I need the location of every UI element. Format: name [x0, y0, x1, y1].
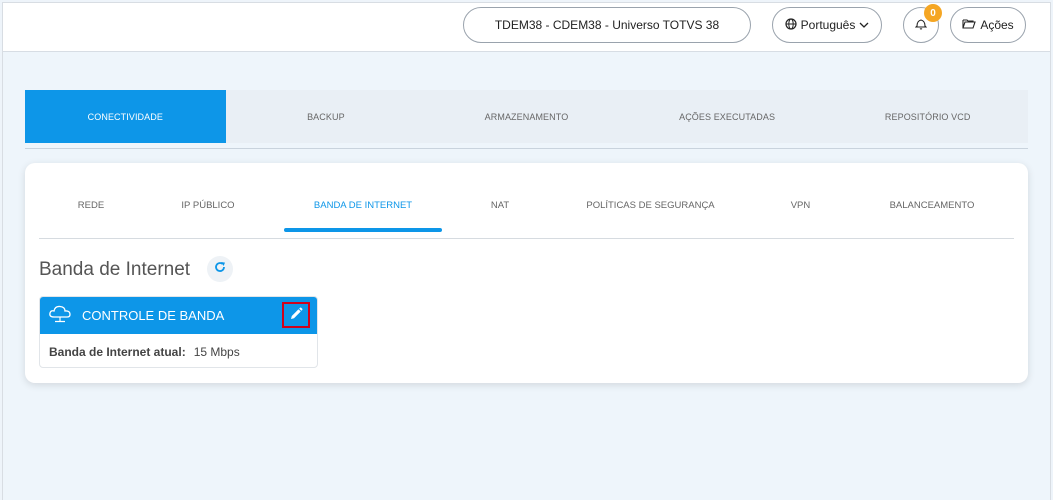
tenant-selector[interactable]: TDEM38 - CDEM38 - Universo TOTVS 38: [463, 7, 751, 43]
bandwidth-control-card: CONTROLE DE BANDA Banda de Internet atua…: [39, 296, 318, 368]
edit-button[interactable]: [282, 302, 310, 328]
actions-label: Ações: [980, 18, 1014, 32]
bandwidth-card-body: Banda de Internet atual: 15 Mbps: [40, 334, 317, 359]
main-tabs-divider: [25, 148, 1028, 149]
subtab-balanceamento[interactable]: BALANCEAMENTO: [858, 187, 1006, 223]
globe-icon: [785, 17, 797, 33]
actions-button[interactable]: Ações: [950, 7, 1026, 43]
subtab-nat[interactable]: NAT: [442, 187, 558, 223]
bell-icon: [914, 17, 928, 33]
main-tabs: CONECTIVIDADE BACKUP ARMAZENAMENTO AÇÕES…: [25, 90, 1028, 143]
subtab-politicas-de-seguranca[interactable]: POLÍTICAS DE SEGURANÇA: [558, 187, 743, 223]
subtab-vpn[interactable]: VPN: [743, 187, 858, 223]
refresh-icon: [214, 260, 226, 278]
folder-open-icon: [962, 18, 977, 32]
subtab-banda-de-internet[interactable]: BANDA DE INTERNET: [284, 187, 442, 232]
notifications-badge: 0: [924, 4, 942, 22]
refresh-button[interactable]: [207, 256, 233, 282]
tab-armazenamento[interactable]: ARMAZENAMENTO: [426, 90, 627, 143]
tab-acoes-executadas[interactable]: AÇÕES EXECUTADAS: [627, 90, 828, 143]
bandwidth-field-value: 15 Mbps: [193, 345, 240, 359]
subtab-rede[interactable]: REDE: [39, 187, 143, 223]
language-selector[interactable]: Português: [772, 7, 882, 43]
section-title: Banda de Internet: [39, 259, 191, 280]
connectivity-card: REDE IP PÚBLICO BANDA DE INTERNET NAT PO…: [25, 163, 1028, 383]
tab-repositorio-vcd[interactable]: REPOSITÓRIO VCD: [827, 90, 1028, 143]
bandwidth-field-label: Banda de Internet atual:: [49, 345, 186, 359]
sub-tabs: REDE IP PÚBLICO BANDA DE INTERNET NAT PO…: [39, 187, 1014, 239]
bandwidth-card-title: CONTROLE DE BANDA: [82, 308, 225, 323]
chevron-down-icon: [859, 18, 869, 32]
tab-conectividade[interactable]: CONECTIVIDADE: [25, 90, 226, 143]
language-label: Português: [800, 18, 856, 32]
cloud-network-icon: [48, 305, 72, 326]
tab-backup[interactable]: BACKUP: [226, 90, 427, 143]
subtab-ip-publico[interactable]: IP PÚBLICO: [143, 187, 273, 223]
tenant-label: TDEM38 - CDEM38 - Universo TOTVS 38: [494, 18, 720, 32]
bandwidth-card-header: CONTROLE DE BANDA: [40, 297, 317, 334]
pencil-icon: [289, 307, 303, 324]
